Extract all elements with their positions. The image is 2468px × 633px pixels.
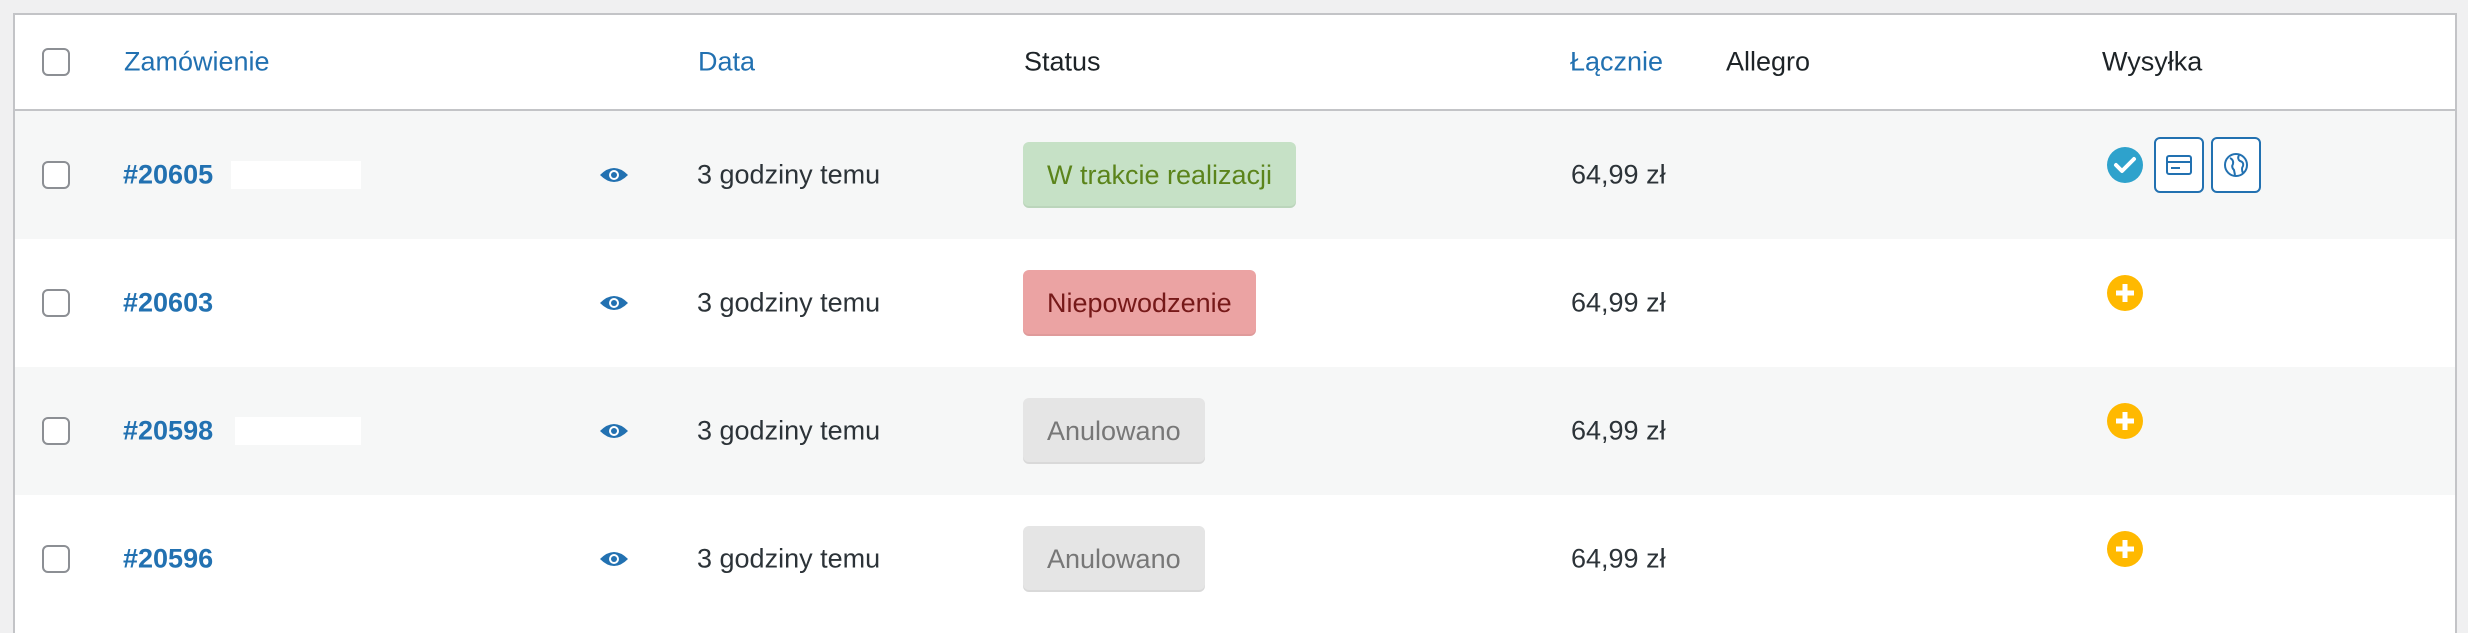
order-number-link[interactable]: #20605 bbox=[123, 160, 213, 191]
row-checkbox[interactable] bbox=[42, 161, 70, 189]
order-date: 3 godziny temu bbox=[697, 415, 881, 446]
order-total: 64,99 zł bbox=[1571, 543, 1666, 574]
shipping-label-button[interactable] bbox=[2154, 137, 2204, 193]
redacted-customer-name bbox=[235, 417, 361, 445]
select-all-checkbox[interactable] bbox=[42, 48, 70, 76]
column-header-date[interactable]: Data bbox=[698, 47, 755, 78]
check-circle-icon[interactable] bbox=[2107, 147, 2143, 183]
orders-table: Zamówienie Data Status Łącznie Allegro W… bbox=[13, 13, 2457, 633]
status-badge: Anulowano bbox=[1023, 398, 1205, 464]
preview-eye-icon[interactable] bbox=[599, 293, 629, 313]
order-date: 3 godziny temu bbox=[697, 543, 881, 574]
status-badge: Anulowano bbox=[1023, 526, 1205, 592]
add-circle-icon[interactable] bbox=[2107, 531, 2143, 567]
add-circle-icon[interactable] bbox=[2107, 275, 2143, 311]
column-header-status: Status bbox=[1024, 46, 1101, 77]
order-total: 64,99 zł bbox=[1571, 415, 1666, 446]
redacted-customer-name bbox=[231, 161, 361, 189]
order-date: 3 godziny temu bbox=[697, 287, 881, 318]
row-checkbox[interactable] bbox=[42, 289, 70, 317]
column-header-total[interactable]: Łącznie bbox=[1570, 47, 1663, 78]
preview-eye-icon[interactable] bbox=[599, 549, 629, 569]
row-checkbox[interactable] bbox=[42, 417, 70, 445]
order-number-link[interactable]: #20598 bbox=[123, 416, 213, 447]
order-total: 64,99 zł bbox=[1571, 159, 1666, 190]
add-circle-icon[interactable] bbox=[2107, 403, 2143, 439]
globe-icon bbox=[2224, 153, 2248, 177]
table-row[interactable]: #20598 3 godziny temu Anulowano 64,99 zł bbox=[15, 367, 2455, 495]
order-total: 64,99 zł bbox=[1571, 287, 1666, 318]
preview-eye-icon[interactable] bbox=[599, 421, 629, 441]
column-header-order[interactable]: Zamówienie bbox=[124, 47, 270, 78]
label-icon bbox=[2166, 155, 2192, 175]
order-number-link[interactable]: #20596 bbox=[123, 544, 213, 575]
preview-eye-icon[interactable] bbox=[599, 165, 629, 185]
status-badge: Niepowodzenie bbox=[1023, 270, 1256, 336]
table-row[interactable]: #20596 3 godziny temu Anulowano 64,99 zł bbox=[15, 495, 2455, 623]
tracking-button[interactable] bbox=[2211, 137, 2261, 193]
table-row[interactable]: #20605 3 godziny temu W trakcie realizac… bbox=[15, 111, 2455, 239]
table-header: Zamówienie Data Status Łącznie Allegro W… bbox=[15, 15, 2455, 111]
column-header-shipping: Wysyłka bbox=[2102, 46, 2203, 77]
status-badge: W trakcie realizacji bbox=[1023, 142, 1297, 208]
table-row[interactable]: #20603 3 godziny temu Niepowodzenie 64,9… bbox=[15, 239, 2455, 367]
order-date: 3 godziny temu bbox=[697, 159, 881, 190]
column-header-allegro: Allegro bbox=[1726, 46, 1811, 77]
row-checkbox[interactable] bbox=[42, 545, 70, 573]
order-number-link[interactable]: #20603 bbox=[123, 288, 213, 319]
